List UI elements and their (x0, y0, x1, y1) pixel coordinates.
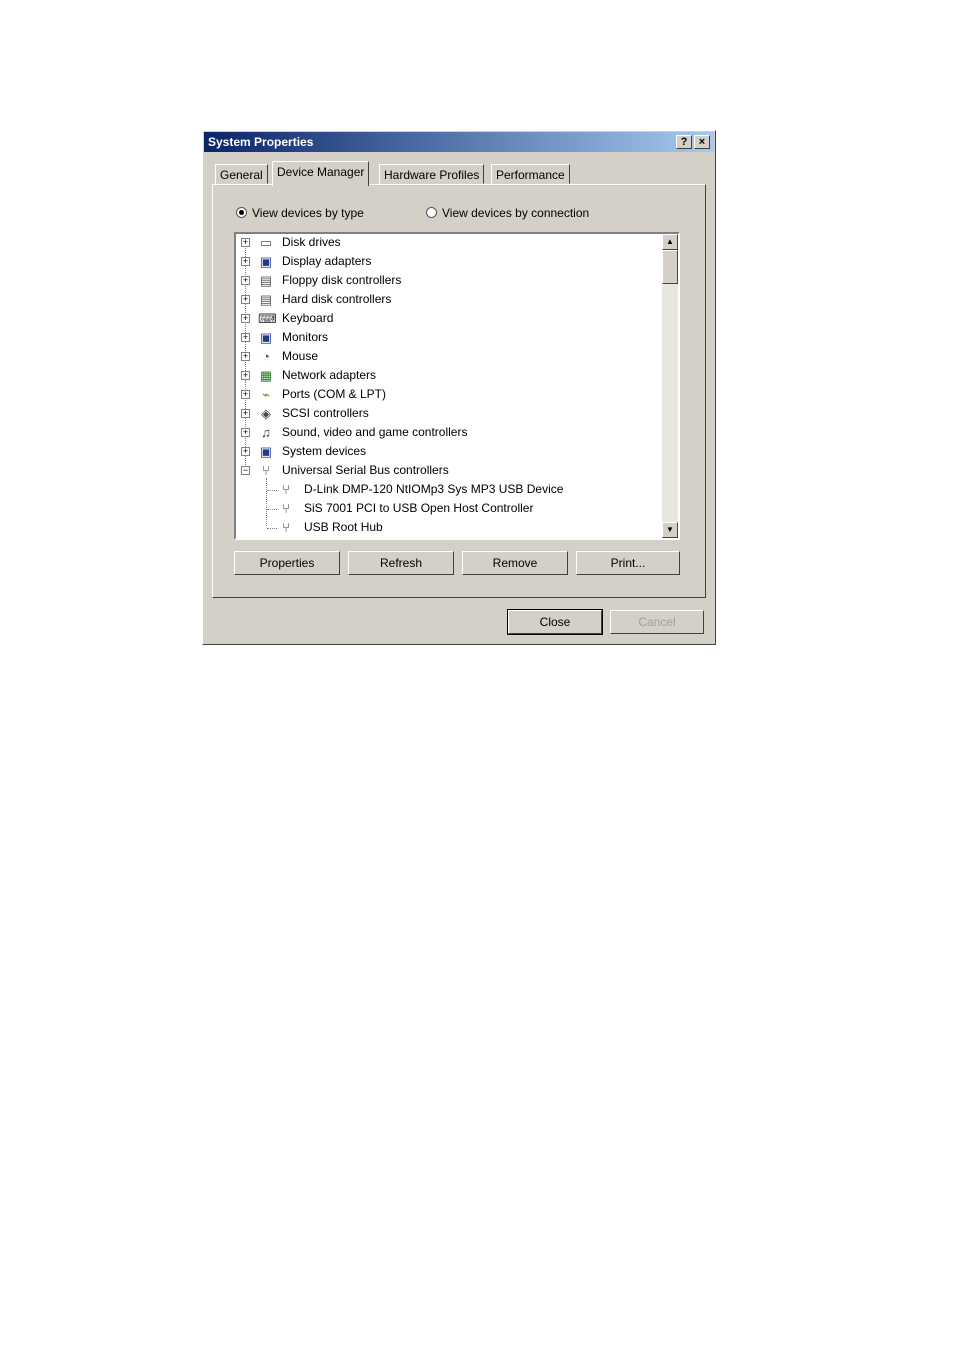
expand-icon[interactable]: + (241, 333, 250, 342)
view-by-connection-radio[interactable]: View devices by connection (426, 206, 589, 220)
expand-icon[interactable]: + (241, 371, 250, 380)
tree-item-label: Keyboard (282, 311, 334, 325)
expand-icon[interactable]: + (241, 352, 250, 361)
tree-item-label: Monitors (282, 330, 329, 344)
remove-button[interactable]: Remove (462, 551, 568, 575)
tab-general[interactable]: General (215, 164, 268, 184)
display-adapter-icon: ▣ (259, 254, 273, 269)
usb-device-icon: ⑂ (282, 501, 290, 516)
tree-item-system-devices[interactable]: + ▣ System devices (236, 443, 656, 461)
tab-performance[interactable]: Performance (491, 164, 570, 184)
tree-item-label: Ports (COM & LPT) (282, 387, 387, 401)
tree-item-ports[interactable]: + ⌁ Ports (COM & LPT) (236, 386, 656, 404)
expand-icon[interactable]: + (241, 409, 250, 418)
expand-icon[interactable]: + (241, 428, 250, 437)
radio-selected-icon (236, 207, 247, 218)
usb-device-icon: ⑂ (282, 520, 290, 535)
expand-icon[interactable]: + (241, 295, 250, 304)
window-title: System Properties (208, 135, 314, 149)
disk-drive-icon: ▭ (259, 235, 273, 250)
scsi-icon: ◈ (261, 406, 271, 421)
tab-label: General (220, 168, 263, 182)
tree-item-label: SiS 7001 PCI to USB Open Host Controller (304, 501, 534, 515)
tree-item-hard-disk-controllers[interactable]: + ▤ Hard disk controllers (236, 291, 656, 309)
view-by-connection-label: View devices by connection (442, 206, 590, 220)
expand-icon[interactable]: + (241, 314, 250, 323)
tree-item-label: USB Root Hub (304, 520, 383, 534)
tree-item-mouse[interactable]: + ◔ Mouse (236, 348, 656, 366)
properties-button[interactable]: Properties (234, 551, 340, 575)
tree-item-label: Hard disk controllers (282, 292, 392, 306)
cancel-button[interactable]: Cancel (610, 610, 704, 634)
view-by-type-radio[interactable]: View devices by type (236, 206, 364, 220)
tree-item-label: Mouse (282, 349, 319, 363)
tab-label: Hardware Profiles (384, 168, 480, 182)
tree-item-floppy-disk-controllers[interactable]: + ▤ Floppy disk controllers (236, 272, 656, 290)
tab-label: Device Manager (277, 165, 365, 179)
scroll-down-button[interactable]: ▼ (662, 522, 678, 538)
tree-item-sis-7001[interactable]: ⑂ SiS 7001 PCI to USB Open Host Controll… (236, 500, 656, 518)
tab-hardware-profiles[interactable]: Hardware Profiles (379, 164, 485, 184)
tree-item-label: Floppy disk controllers (282, 273, 402, 287)
monitor-icon: ▣ (259, 330, 273, 345)
device-tree[interactable]: + ▭ Disk drives + ▣ Display adapters + ▤… (234, 232, 680, 540)
tree-item-monitors[interactable]: + ▣ Monitors (236, 329, 656, 347)
usb-icon: ⑂ (262, 463, 270, 478)
tree-item-usb-root-hub[interactable]: ⑂ USB Root Hub (236, 519, 656, 537)
tree-item-label: Sound, video and game controllers (282, 425, 468, 439)
network-adapter-icon: ▦ (259, 368, 273, 383)
radio-unselected-icon (426, 207, 437, 218)
tree-item-label: SCSI controllers (282, 406, 369, 420)
scroll-up-button[interactable]: ▲ (662, 234, 678, 250)
tree-item-label: Display adapters (282, 254, 372, 268)
scroll-thumb[interactable] (662, 250, 678, 284)
usb-device-icon: ⑂ (282, 482, 290, 497)
system-device-icon: ▣ (259, 444, 273, 459)
expand-icon[interactable]: + (241, 257, 250, 266)
print-button[interactable]: Print... (576, 551, 680, 575)
mouse-icon: ◔ (262, 349, 270, 364)
tree-item-display-adapters[interactable]: + ▣ Display adapters (236, 253, 656, 271)
tree-item-disk-drives[interactable]: + ▭ Disk drives (236, 234, 656, 252)
expand-icon[interactable]: + (241, 238, 250, 247)
title-bar[interactable]: System Properties ? × (204, 132, 714, 152)
tree-item-label: System devices (282, 444, 367, 458)
expand-icon[interactable]: + (241, 390, 250, 399)
close-button[interactable]: Close (507, 609, 603, 635)
collapse-icon[interactable]: − (241, 466, 250, 475)
floppy-controller-icon: ▤ (259, 273, 273, 288)
expand-icon[interactable]: + (241, 276, 250, 285)
tree-item-keyboard[interactable]: + ⌨ Keyboard (236, 310, 656, 328)
view-by-type-label: View devices by type (252, 206, 364, 220)
tree-item-label: Universal Serial Bus controllers (282, 463, 449, 477)
keyboard-icon: ⌨ (258, 311, 277, 326)
tab-device-manager[interactable]: Device Manager (272, 161, 370, 186)
tree-item-sound-video-game[interactable]: + ♫ Sound, video and game controllers (236, 424, 656, 442)
sound-icon: ♫ (261, 425, 271, 440)
tree-item-dlink-dmp120[interactable]: ⑂ D-Link DMP-120 NtIOMp3 Sys MP3 USB Dev… (236, 481, 656, 499)
refresh-button[interactable]: Refresh (348, 551, 454, 575)
tab-label: Performance (496, 168, 565, 182)
tree-item-label: Network adapters (282, 368, 377, 382)
tree-item-scsi-controllers[interactable]: + ◈ SCSI controllers (236, 405, 656, 423)
tree-item-label: Disk drives (282, 235, 341, 249)
expand-icon[interactable]: + (241, 447, 250, 456)
tree-item-network-adapters[interactable]: + ▦ Network adapters (236, 367, 656, 385)
hard-disk-controller-icon: ▤ (259, 292, 273, 307)
port-icon: ⌁ (262, 387, 270, 402)
close-window-button[interactable]: × (694, 135, 710, 149)
tree-scrollbar[interactable]: ▲ ▼ (662, 234, 678, 538)
help-button[interactable]: ? (676, 135, 692, 149)
tree-item-label: D-Link DMP-120 NtIOMp3 Sys MP3 USB Devic… (304, 482, 564, 496)
tree-item-usb-controllers[interactable]: − ⑂ Universal Serial Bus controllers (236, 462, 656, 480)
